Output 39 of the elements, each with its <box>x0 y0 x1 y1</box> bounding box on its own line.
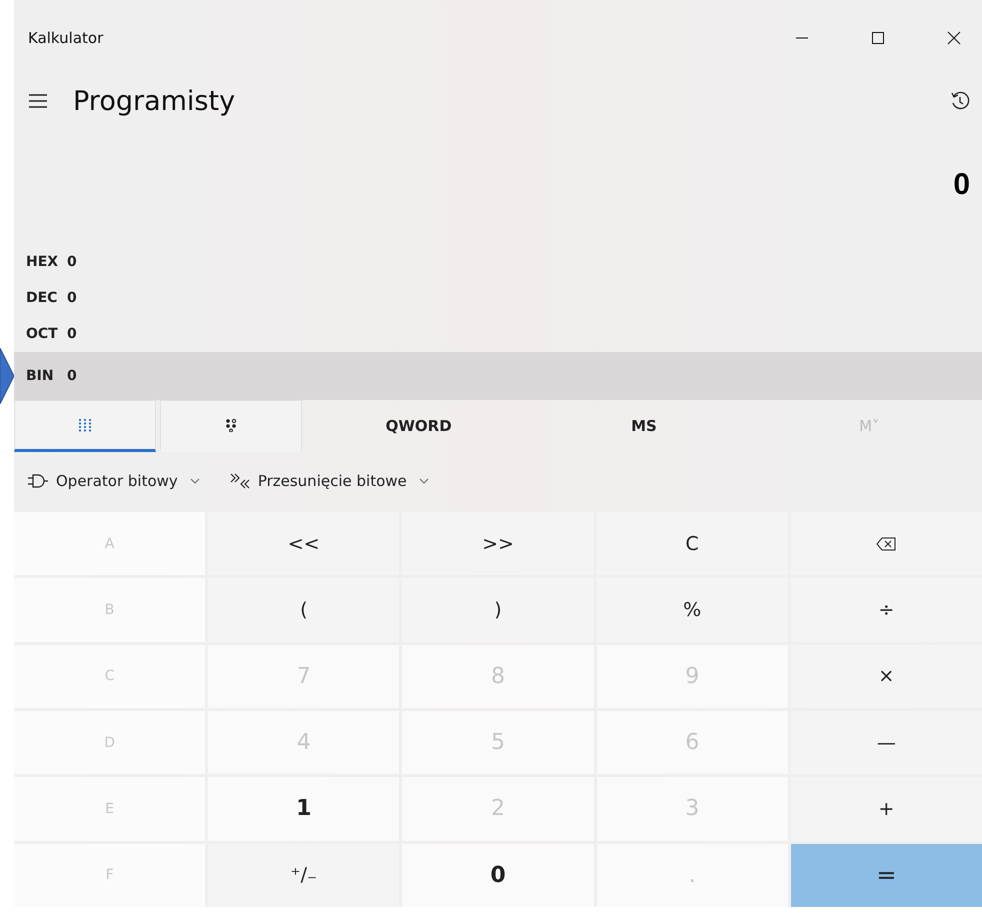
toolbar-button[interactable]: QWORD <box>306 400 532 452</box>
key-button[interactable]: << <box>208 512 400 576</box>
key-button[interactable]: >> <box>402 512 594 576</box>
keypad-icon <box>78 418 92 432</box>
display-value: 0 <box>953 168 970 202</box>
key-button[interactable]: % <box>596 578 788 642</box>
maximize-icon[interactable] <box>870 30 886 46</box>
key-button[interactable]: × <box>790 644 982 708</box>
mode-title: Programisty <box>73 86 236 116</box>
key-button[interactable]: — <box>790 710 982 774</box>
key-button[interactable]: + <box>790 777 982 841</box>
key-button[interactable]: 1 <box>208 777 400 841</box>
logic-gate-icon <box>28 473 48 489</box>
menu-icon[interactable] <box>29 94 47 108</box>
key-button[interactable]: ÷ <box>790 578 982 642</box>
double-chevron-icon <box>230 473 250 489</box>
key-button[interactable]: ( <box>208 578 400 642</box>
toolbar-button[interactable]: MS <box>531 400 757 452</box>
radix-row[interactable]: OCT 0 <box>14 316 982 352</box>
close-icon[interactable] <box>946 30 962 46</box>
keypad-tab[interactable] <box>14 400 156 452</box>
dots-icon <box>224 418 238 432</box>
dropdown-button[interactable]: Przesunięcie bitowe <box>224 468 435 494</box>
bit-toggle-tab[interactable] <box>160 400 302 452</box>
dropdown-button[interactable]: Operator bitowy <box>22 468 206 494</box>
radix-row[interactable]: DEC 0 <box>14 280 982 316</box>
key-button[interactable]: ⁺∕₋ <box>208 844 400 907</box>
chevron-down-icon <box>190 478 200 484</box>
backspace-icon <box>876 536 896 551</box>
key-button[interactable]: C <box>596 512 788 576</box>
key-button[interactable]: ) <box>402 578 594 642</box>
equals-button[interactable]: = <box>790 844 982 907</box>
window-title: Kalkulator <box>28 29 104 47</box>
chevron-down-icon <box>418 478 429 484</box>
arrow-pointer-icon <box>0 348 14 404</box>
key-button[interactable]: 0 <box>402 844 594 907</box>
radix-row[interactable]: HEX 0 <box>14 244 982 280</box>
radix-row[interactable]: BIN 0 <box>14 352 982 400</box>
history-icon[interactable] <box>950 91 970 111</box>
